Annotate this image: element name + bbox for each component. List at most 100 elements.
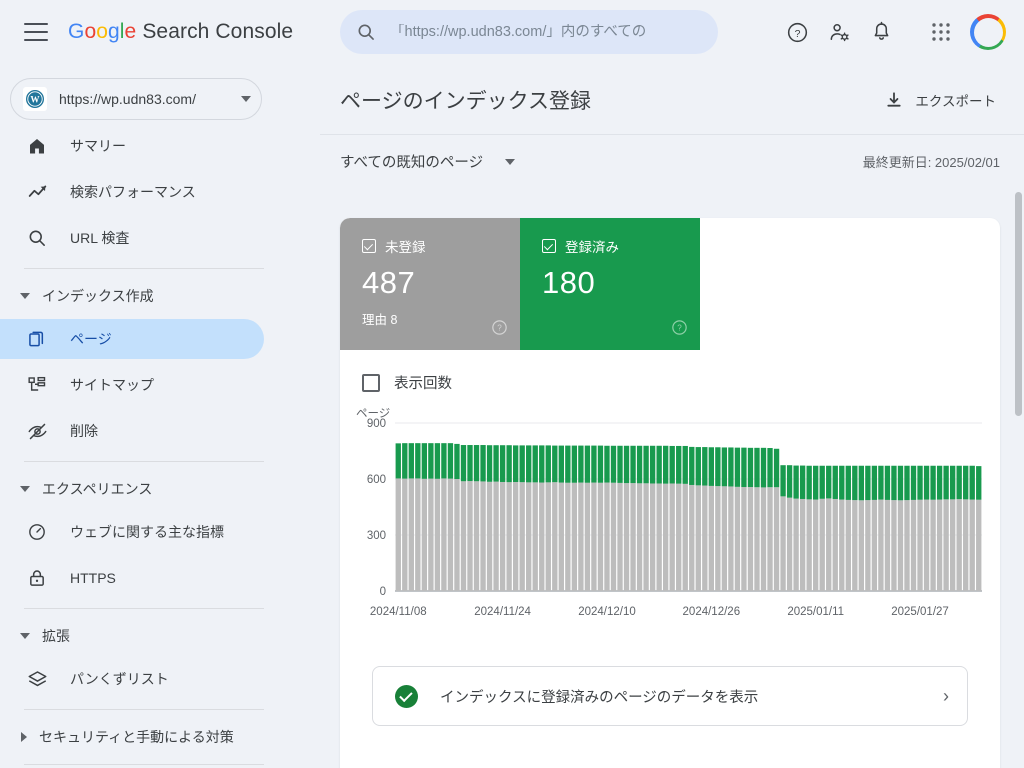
metric-label: 未登録 [385,240,426,255]
checkbox-checked-icon[interactable] [542,239,556,253]
sidebar-item-https[interactable]: HTTPS [0,558,264,598]
help-icon[interactable]: ? [671,319,688,341]
sitemap-icon [26,375,48,395]
lock-icon [26,568,48,588]
main-header-row: ページのインデックス登録 エクスポート [320,64,1024,116]
search-input[interactable] [390,24,690,40]
notifications-bell-icon[interactable] [860,11,902,53]
layers-icon [26,669,48,690]
impressions-legend-row: 表示回数 [340,350,1000,393]
chevron-right-icon: › [943,686,949,706]
check-circle-icon [395,684,418,708]
property-selector[interactable]: W https://wp.udn83.com/ [10,78,262,120]
sidebar-item-label: サマリー [70,138,126,154]
sidebar-item-core-web-vitals[interactable]: ウェブに関する主な指標 [0,512,264,552]
page-title: ページのインデックス登録 [340,90,591,113]
sidebar-item-label: サイトマップ [70,377,154,393]
sidebar-item-label: URL 検査 [70,230,130,246]
apps-grid-icon[interactable] [920,11,962,53]
sidebar-item-label: HTTPS [70,570,116,586]
help-icon[interactable]: ? [776,11,818,53]
metric-card-not-indexed[interactable]: 未登録 487 理由 8 ? [340,218,520,350]
svg-text:?: ? [677,324,682,333]
svg-text:900: 900 [367,418,386,430]
download-icon [887,92,901,107]
page-filter-value: すべての既知のページ [340,155,484,171]
last-updated-label: 最終更新日: 2025/02/01 [862,155,1000,170]
sidebar-item-summary[interactable]: サマリー [0,126,264,166]
divider [24,461,264,462]
sidebar-group-enhancements[interactable]: 拡張 [0,619,320,653]
sidebar-group-label: インデックス作成 [42,288,154,304]
search-box[interactable] [340,10,718,54]
sidebar-item-url-inspection[interactable]: URL 検査 [0,218,264,258]
search-icon [358,24,374,40]
view-indexed-pages-button[interactable]: インデックスに登録済みのページのデータを表示 › [372,666,968,726]
help-icon[interactable]: ? [491,319,508,341]
account-settings-icon[interactable] [818,11,860,53]
product-name: Search Console [142,20,294,43]
chevron-down-icon [505,158,516,165]
checkbox-checked-icon[interactable] [362,239,376,253]
sidebar-item-removals[interactable]: 削除 [0,411,264,451]
home-icon [26,136,48,156]
sidebar: W https://wp.udn83.com/ サマリー 検索パフォーマンス U… [0,64,320,768]
hamburger-menu-icon[interactable] [24,23,48,41]
sidebar-item-label: ページ [70,331,112,347]
divider [24,709,264,710]
metric-card-indexed[interactable]: 登録済み 180 ? [520,218,700,350]
header-icon-group: ? [776,0,1010,64]
sidebar-item-breadcrumbs[interactable]: パンくずリスト [0,659,264,699]
chevron-down-icon [20,293,30,299]
sidebar-group-security[interactable]: セキュリティと手動による対策 [0,720,320,754]
sidebar-item-label: パンくずリスト [70,671,169,687]
sidebar-item-pages[interactable]: ページ [0,319,264,359]
eye-off-icon [26,421,48,442]
index-report-card: 未登録 487 理由 8 ? 登録済み 180 ? 表示回数 ページ 0 300… [340,218,1000,768]
impressions-checkbox[interactable] [362,373,380,392]
divider [24,268,264,269]
metric-value: 487 [362,265,416,300]
filter-row: すべての既知のページ 最終更新日: 2025/02/01 [320,135,1024,172]
svg-text:2025/01/27: 2025/01/27 [891,606,949,618]
vertical-scrollbar[interactable] [1015,192,1022,416]
svg-text:600: 600 [367,474,386,486]
wordpress-icon: W [23,87,47,111]
svg-text:0: 0 [380,586,386,598]
app-header: GoogleSearch Console ? [0,0,1024,64]
chevron-down-icon [20,486,30,492]
sidebar-group-label: セキュリティと手動による対策 [39,729,234,745]
sidebar-item-performance[interactable]: 検索パフォーマンス [0,172,264,212]
avatar[interactable] [970,14,1006,50]
stacked-bar-chart[interactable]: 0 300 600 900 2024/11/08 2024/11/24 2024/12/10… [340,405,1000,627]
impressions-label: 表示回数 [394,376,452,392]
divider [24,608,264,609]
sidebar-group-experience[interactable]: エクスペリエンス [0,472,320,506]
sidebar-item-label: ウェブに関する主な指標 [70,524,224,540]
divider [24,764,264,765]
svg-text:2024/11/08: 2024/11/08 [370,606,427,618]
sidebar-group-label: エクスペリエンス [42,481,153,497]
svg-text:2024/11/24: 2024/11/24 [474,606,531,618]
app-brand: Google Search Console [68,20,293,44]
svg-text:300: 300 [367,530,386,542]
export-button[interactable]: エクスポート [881,84,1000,116]
sidebar-item-label: 削除 [70,423,98,439]
metric-label: 登録済み [565,240,619,255]
google-wordmark: Google [68,20,137,43]
sidebar-group-label: 拡張 [42,628,70,644]
sidebar-item-label: 検索パフォーマンス [70,184,196,200]
index-chart: ページ 0 300 600 900 2024/11/08 2024/11/24 2024/1… [340,405,1000,625]
sidebar-item-sitemaps[interactable]: サイトマップ [0,365,264,405]
chevron-right-icon [21,732,27,742]
search-icon [26,228,48,248]
sidebar-group-indexing[interactable]: インデックス作成 [0,279,320,313]
main-content: ページのインデックス登録 エクスポート すべての既知のページ 最終更新日: 20… [320,64,1024,768]
chevron-down-icon [20,633,30,639]
speedometer-icon [26,522,48,542]
svg-text:?: ? [794,27,800,39]
svg-text:2025/01/11: 2025/01/11 [787,606,844,618]
page-filter-select[interactable]: すべての既知のページ [340,151,516,172]
view-indexed-pages-label: インデックスに登録済みのページのデータを表示 [440,689,759,706]
metric-value: 180 [542,265,596,300]
